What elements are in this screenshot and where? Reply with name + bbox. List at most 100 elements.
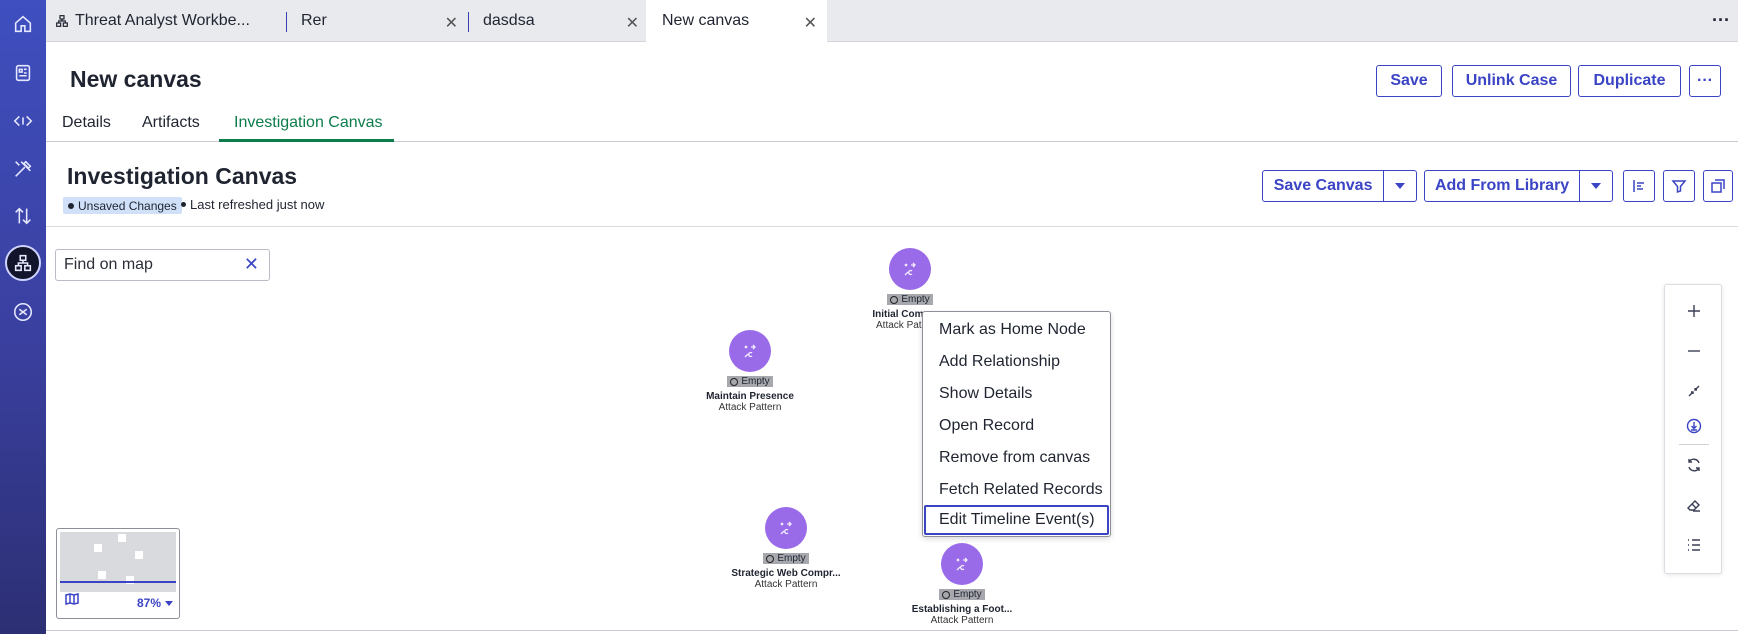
dashboard-icon[interactable] (5, 55, 41, 91)
node-type: Attack Pattern (930, 614, 994, 626)
node-type: Attack Pattern (718, 401, 782, 413)
popout-icon (1711, 179, 1725, 193)
menu-item-remove-from-canvas[interactable]: Remove from canvas (924, 443, 1109, 473)
download-button[interactable] (1679, 411, 1709, 441)
tab-threat-analyst[interactable]: Threat Analyst Workbe... (46, 0, 286, 42)
node-type: Attack Pattern (754, 578, 818, 590)
tab-rer[interactable]: Rer ✕ (287, 0, 468, 42)
minimap-node (118, 534, 126, 542)
menu-item-open-record[interactable]: Open Record (924, 411, 1109, 441)
refresh-button[interactable] (1679, 450, 1709, 480)
tab-dasdsa[interactable]: dasdsa ✕ (469, 0, 649, 42)
duplicate-button[interactable]: Duplicate (1578, 65, 1681, 97)
home-icon[interactable] (5, 6, 41, 42)
tab-investigation-canvas[interactable]: Investigation Canvas (234, 114, 383, 132)
header-divider (46, 226, 1738, 227)
left-nav (0, 0, 46, 634)
menu-item-add-relationship[interactable]: Add Relationship (924, 347, 1109, 377)
status-badge: Unsaved Changes (63, 197, 182, 214)
hierarchy-icon (54, 13, 70, 29)
divider (1679, 444, 1709, 445)
minimap-toggle[interactable] (65, 592, 79, 610)
zoom-value: 87% (136, 596, 161, 610)
more-actions-button[interactable]: ··· (1689, 65, 1721, 97)
minimap-line (60, 581, 176, 583)
attack-pattern-icon (765, 507, 807, 549)
find-on-map-input[interactable]: Find on map ✕ (55, 249, 270, 281)
graph-node[interactable]: Empty Establishing a Foot... Attack Patt… (892, 543, 1032, 626)
save-canvas-dropdown[interactable] (1384, 171, 1416, 201)
status-label: Empty (777, 553, 806, 564)
more-tabs-button[interactable]: ··· (1712, 10, 1730, 31)
minimap[interactable]: 87% (56, 528, 180, 619)
caret-down-icon (1591, 183, 1602, 189)
zoom-in-button[interactable] (1679, 296, 1709, 326)
node-name: Maintain Presence (706, 390, 794, 402)
minimap-node (98, 571, 106, 579)
minimap-node (135, 551, 143, 559)
refresh-icon (1688, 458, 1700, 472)
menu-item-mark-home-node[interactable]: Mark as Home Node (924, 315, 1109, 345)
tab-artifacts[interactable]: Artifacts (142, 114, 200, 132)
add-from-library-dropdown[interactable] (1580, 171, 1612, 201)
node-context-menu: Mark as Home Node Add Relationship Show … (922, 311, 1111, 537)
shuffle-circle-icon[interactable] (5, 294, 41, 330)
add-from-library-split-button: Add From Library (1424, 170, 1613, 202)
status-badge: Empty (763, 553, 809, 564)
last-refreshed-label: Last refreshed just now (190, 197, 325, 212)
status-label: Empty (901, 294, 930, 305)
minimap-node (126, 576, 134, 584)
status-label: Empty (953, 589, 982, 600)
zoom-level-select[interactable]: 87% (137, 596, 173, 610)
save-canvas-button[interactable]: Save Canvas (1263, 171, 1385, 201)
close-icon[interactable]: ✕ (445, 13, 458, 33)
save-button[interactable]: Save (1376, 65, 1442, 97)
attack-pattern-icon (729, 330, 771, 372)
code-arrows-icon[interactable] (5, 103, 41, 139)
menu-item-edit-timeline[interactable]: Edit Timeline Event(s) (924, 505, 1109, 535)
page-title: New canvas (70, 66, 202, 92)
attack-pattern-icon (941, 543, 983, 585)
popout-button[interactable] (1703, 170, 1733, 202)
filter-icon (1671, 180, 1687, 194)
tab-new-canvas[interactable]: New canvas ✕ (646, 0, 827, 42)
add-from-library-button[interactable]: Add From Library (1425, 171, 1581, 201)
menu-item-show-details[interactable]: Show Details (924, 379, 1109, 409)
tab-label: Threat Analyst Workbe... (75, 12, 250, 29)
node-name: Strategic Web Compr... (731, 567, 841, 579)
hierarchy-icon[interactable] (5, 245, 41, 281)
node-name: Establishing a Foot... (911, 603, 1013, 615)
close-icon[interactable]: ✕ (804, 13, 817, 33)
caret-down-icon (165, 600, 173, 606)
graph-node[interactable]: Empty Strategic Web Compr... Attack Patt… (716, 507, 856, 590)
layout-button[interactable] (1623, 170, 1655, 202)
transfer-icon[interactable] (5, 198, 41, 234)
collapse-button[interactable] (1679, 376, 1709, 406)
tab-details[interactable]: Details (62, 114, 111, 132)
canvas-title: Investigation Canvas (67, 163, 298, 189)
last-refreshed: Last refreshed just now (181, 197, 324, 212)
list-button[interactable] (1679, 530, 1709, 560)
filter-button[interactable] (1663, 170, 1695, 202)
tab-label: Rer (301, 12, 327, 29)
search-value: Find on map (64, 256, 153, 273)
graph-node[interactable]: Empty Maintain Presence Attack Pattern (680, 330, 820, 413)
tools-icon[interactable] (5, 151, 41, 187)
clear-icon[interactable]: ✕ (244, 254, 259, 275)
minimap-node (94, 544, 102, 552)
minus-icon (1688, 350, 1700, 352)
download-icon (1686, 418, 1702, 434)
status-badge: Empty (887, 294, 933, 305)
status-badge: Empty (727, 376, 773, 387)
zoom-out-button[interactable] (1679, 336, 1709, 366)
unlink-case-button[interactable]: Unlink Case (1452, 65, 1571, 97)
map-icon (65, 593, 79, 605)
save-canvas-split-button: Save Canvas (1262, 170, 1417, 202)
menu-item-fetch-related[interactable]: Fetch Related Records (924, 475, 1109, 505)
close-icon[interactable]: ✕ (626, 13, 639, 33)
empty-circle-icon (890, 295, 899, 304)
eraser-button[interactable] (1679, 490, 1709, 520)
empty-circle-icon (730, 377, 739, 386)
record-tabs: Details Artifacts Investigation Canvas (46, 108, 1738, 142)
status-label: Empty (741, 376, 770, 387)
